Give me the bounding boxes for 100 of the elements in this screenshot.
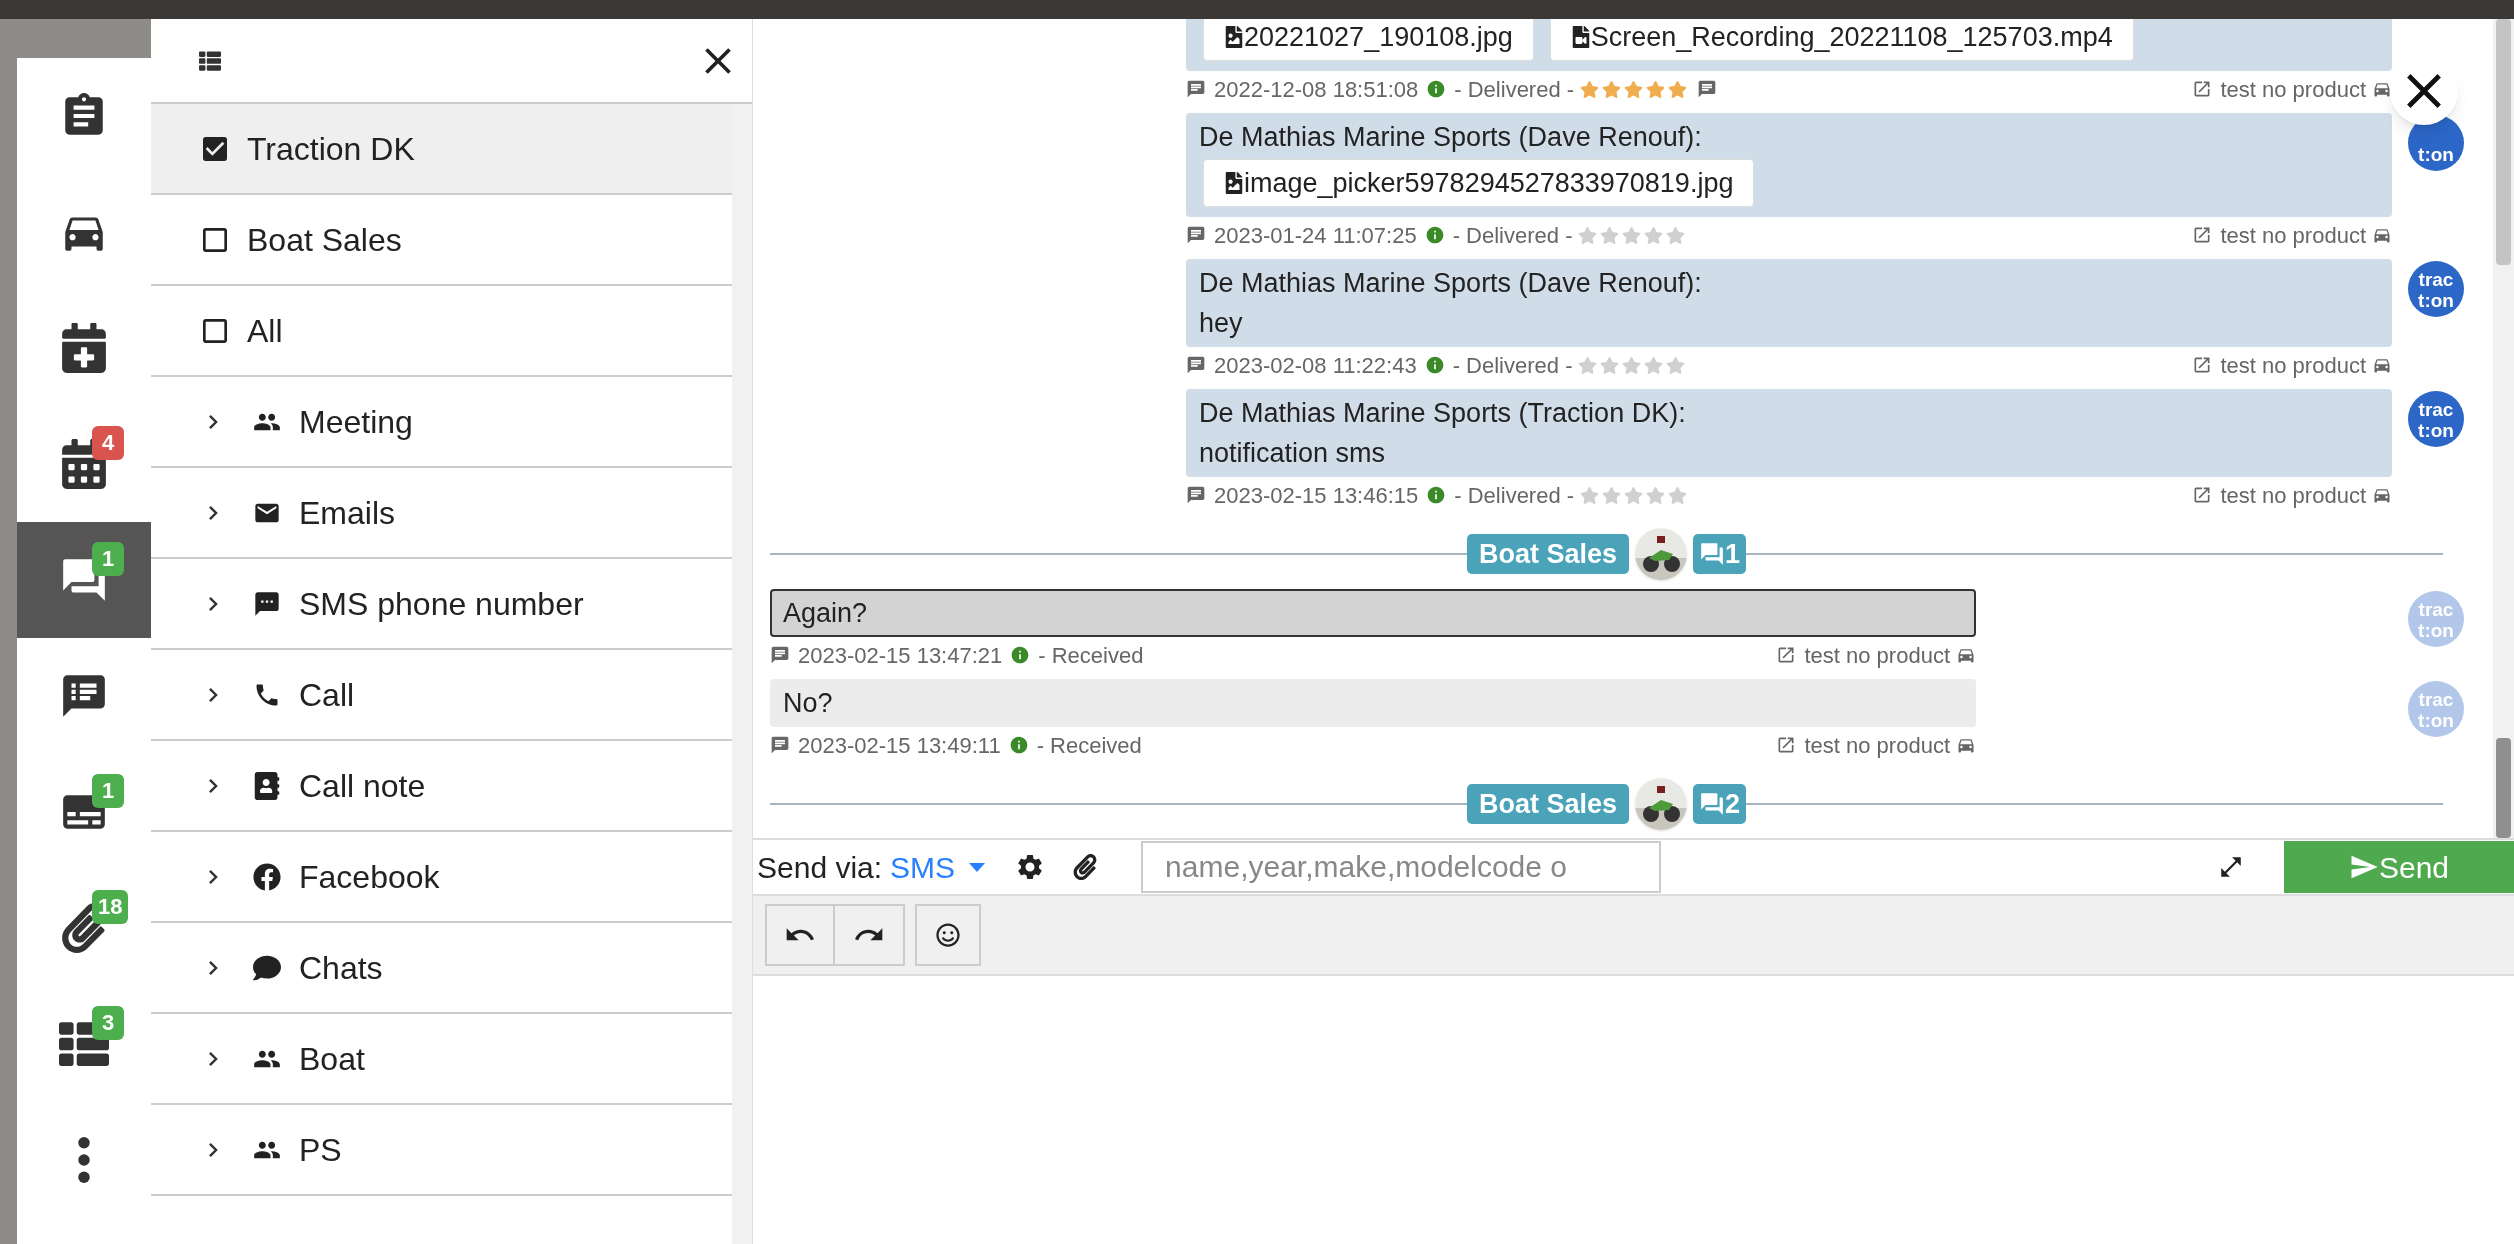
expand-icon[interactable]	[2218, 854, 2244, 880]
message-icon	[253, 589, 281, 618]
star-icon	[1668, 485, 1688, 505]
star-icon	[1580, 79, 1600, 99]
info-icon	[1010, 645, 1031, 665]
star-rating[interactable]	[1578, 225, 1686, 245]
status-text: - Received	[1038, 641, 1144, 670]
star-icon	[1600, 355, 1620, 375]
star-icon	[1624, 485, 1644, 505]
logo-text: t:on	[2418, 144, 2454, 165]
caret-icon	[969, 862, 986, 872]
send-via-label: Send via:	[757, 849, 883, 886]
sender-name: De Mathias Marine Sports (Dave Renouf):	[1199, 121, 1703, 154]
group-label: Boat	[299, 1039, 365, 1079]
open-link-icon	[2192, 485, 2213, 505]
attachment-chip[interactable]: image_picker5978294527833970819.jpg	[1203, 159, 1755, 207]
status-text: - Received	[1036, 731, 1142, 760]
logo-text: trac	[2418, 269, 2454, 290]
message-count-badge: 1	[1693, 534, 1747, 574]
search-field[interactable]: name,year,make,modelcode o	[1141, 841, 1662, 893]
info-icon	[1008, 735, 1029, 755]
logo-text: t:on	[2418, 620, 2454, 641]
star-icon	[1578, 355, 1598, 375]
star-icon	[1580, 485, 1600, 505]
star-icon	[1646, 485, 1666, 505]
comment-icon	[1186, 225, 1206, 245]
star-icon	[1602, 485, 1622, 505]
speech-bubble-icon	[253, 953, 281, 982]
message-text: Again?	[783, 597, 869, 630]
star-icon	[1622, 355, 1642, 375]
star-rating[interactable]	[1578, 355, 1686, 375]
star-icon	[1666, 355, 1686, 375]
count-badge: 4	[92, 426, 124, 460]
product-link[interactable]: test no product	[2220, 218, 2366, 252]
undo-button[interactable]	[765, 904, 835, 966]
group-label: Meeting	[299, 402, 413, 442]
status-text: - Delivered -	[1452, 221, 1573, 250]
timestamp: 2023-02-15 13:46:15	[1214, 481, 1419, 510]
open-link-icon	[1776, 645, 1797, 665]
product-link[interactable]: test no product	[2220, 72, 2366, 106]
info-icon	[1426, 79, 1447, 99]
attachment-chip[interactable]: Screen_Recording_20221108_125703.mp4	[1549, 19, 2134, 61]
calendar-plus-icon	[59, 323, 109, 373]
channel-dropdown[interactable]: SMS	[890, 844, 986, 890]
paperclip-icon[interactable]	[1073, 854, 1098, 880]
product-link[interactable]: test no product	[1804, 638, 1950, 672]
group-label: Chats	[299, 948, 383, 988]
star-icon	[1668, 79, 1688, 99]
video-file-icon	[1570, 26, 1591, 48]
timestamp: 2023-01-24 11:07:25	[1214, 221, 1417, 250]
status-text: - Delivered -	[1452, 351, 1573, 380]
open-link-icon	[1776, 735, 1797, 755]
emoji-button[interactable]	[915, 904, 981, 966]
star-icon	[1600, 225, 1620, 245]
open-link-icon	[2192, 225, 2213, 245]
logo-text: t:on	[2418, 420, 2454, 441]
star-icon	[1578, 225, 1598, 245]
comment-icon	[1186, 355, 1206, 375]
attachment-chip[interactable]: 20221027_190108.jpg	[1203, 19, 1534, 61]
star-icon	[1646, 79, 1666, 99]
group-label: Call note	[299, 766, 426, 806]
group-label: Emails	[299, 493, 395, 533]
star-icon	[1602, 79, 1622, 99]
chat-bubbles-icon	[1699, 791, 1725, 817]
logo-text: trac	[2418, 689, 2454, 710]
chat-bubbles-icon	[1699, 541, 1725, 567]
product-link[interactable]: test no product	[1804, 728, 1950, 762]
star-rating[interactable]	[1580, 79, 1688, 99]
smiley-icon	[936, 923, 960, 947]
info-icon	[1424, 355, 1445, 375]
logo-text: trac	[2418, 399, 2454, 420]
star-icon	[1644, 225, 1664, 245]
count-badge: 18	[92, 890, 129, 924]
comment-icon	[1186, 79, 1206, 99]
group-label: SMS phone number	[299, 584, 584, 624]
open-link-icon	[2192, 355, 2213, 375]
list-icon	[199, 49, 221, 72]
product-link[interactable]: test no product	[2220, 478, 2366, 512]
star-icon	[1666, 225, 1686, 245]
group-label: Facebook	[299, 857, 440, 897]
star-icon	[1644, 355, 1664, 375]
star-icon	[1622, 225, 1642, 245]
message-text: No?	[783, 687, 834, 720]
product-link[interactable]: test no product	[2220, 348, 2366, 382]
group-label: PS	[299, 1130, 342, 1170]
option-label: Boat Sales	[247, 220, 402, 260]
scrollbar-thumb[interactable]	[2496, 738, 2511, 838]
timestamp: 2023-02-08 11:22:43	[1214, 351, 1417, 380]
logo-text: trac	[2418, 599, 2454, 620]
star-rating[interactable]	[1580, 485, 1688, 505]
facebook-icon	[253, 862, 281, 891]
filter-option[interactable]: Traction DK	[151, 104, 732, 195]
channel-tag: Boat Sales	[1466, 784, 1629, 824]
scrollbar-thumb[interactable]	[2496, 19, 2511, 265]
info-icon	[1426, 485, 1447, 505]
message-text: hey	[1199, 307, 1244, 340]
comment-icon	[770, 735, 790, 755]
logo-text: t:on	[2418, 290, 2454, 311]
timestamp: 2023-02-15 13:49:11	[798, 731, 1001, 760]
redo-button[interactable]	[835, 904, 905, 966]
